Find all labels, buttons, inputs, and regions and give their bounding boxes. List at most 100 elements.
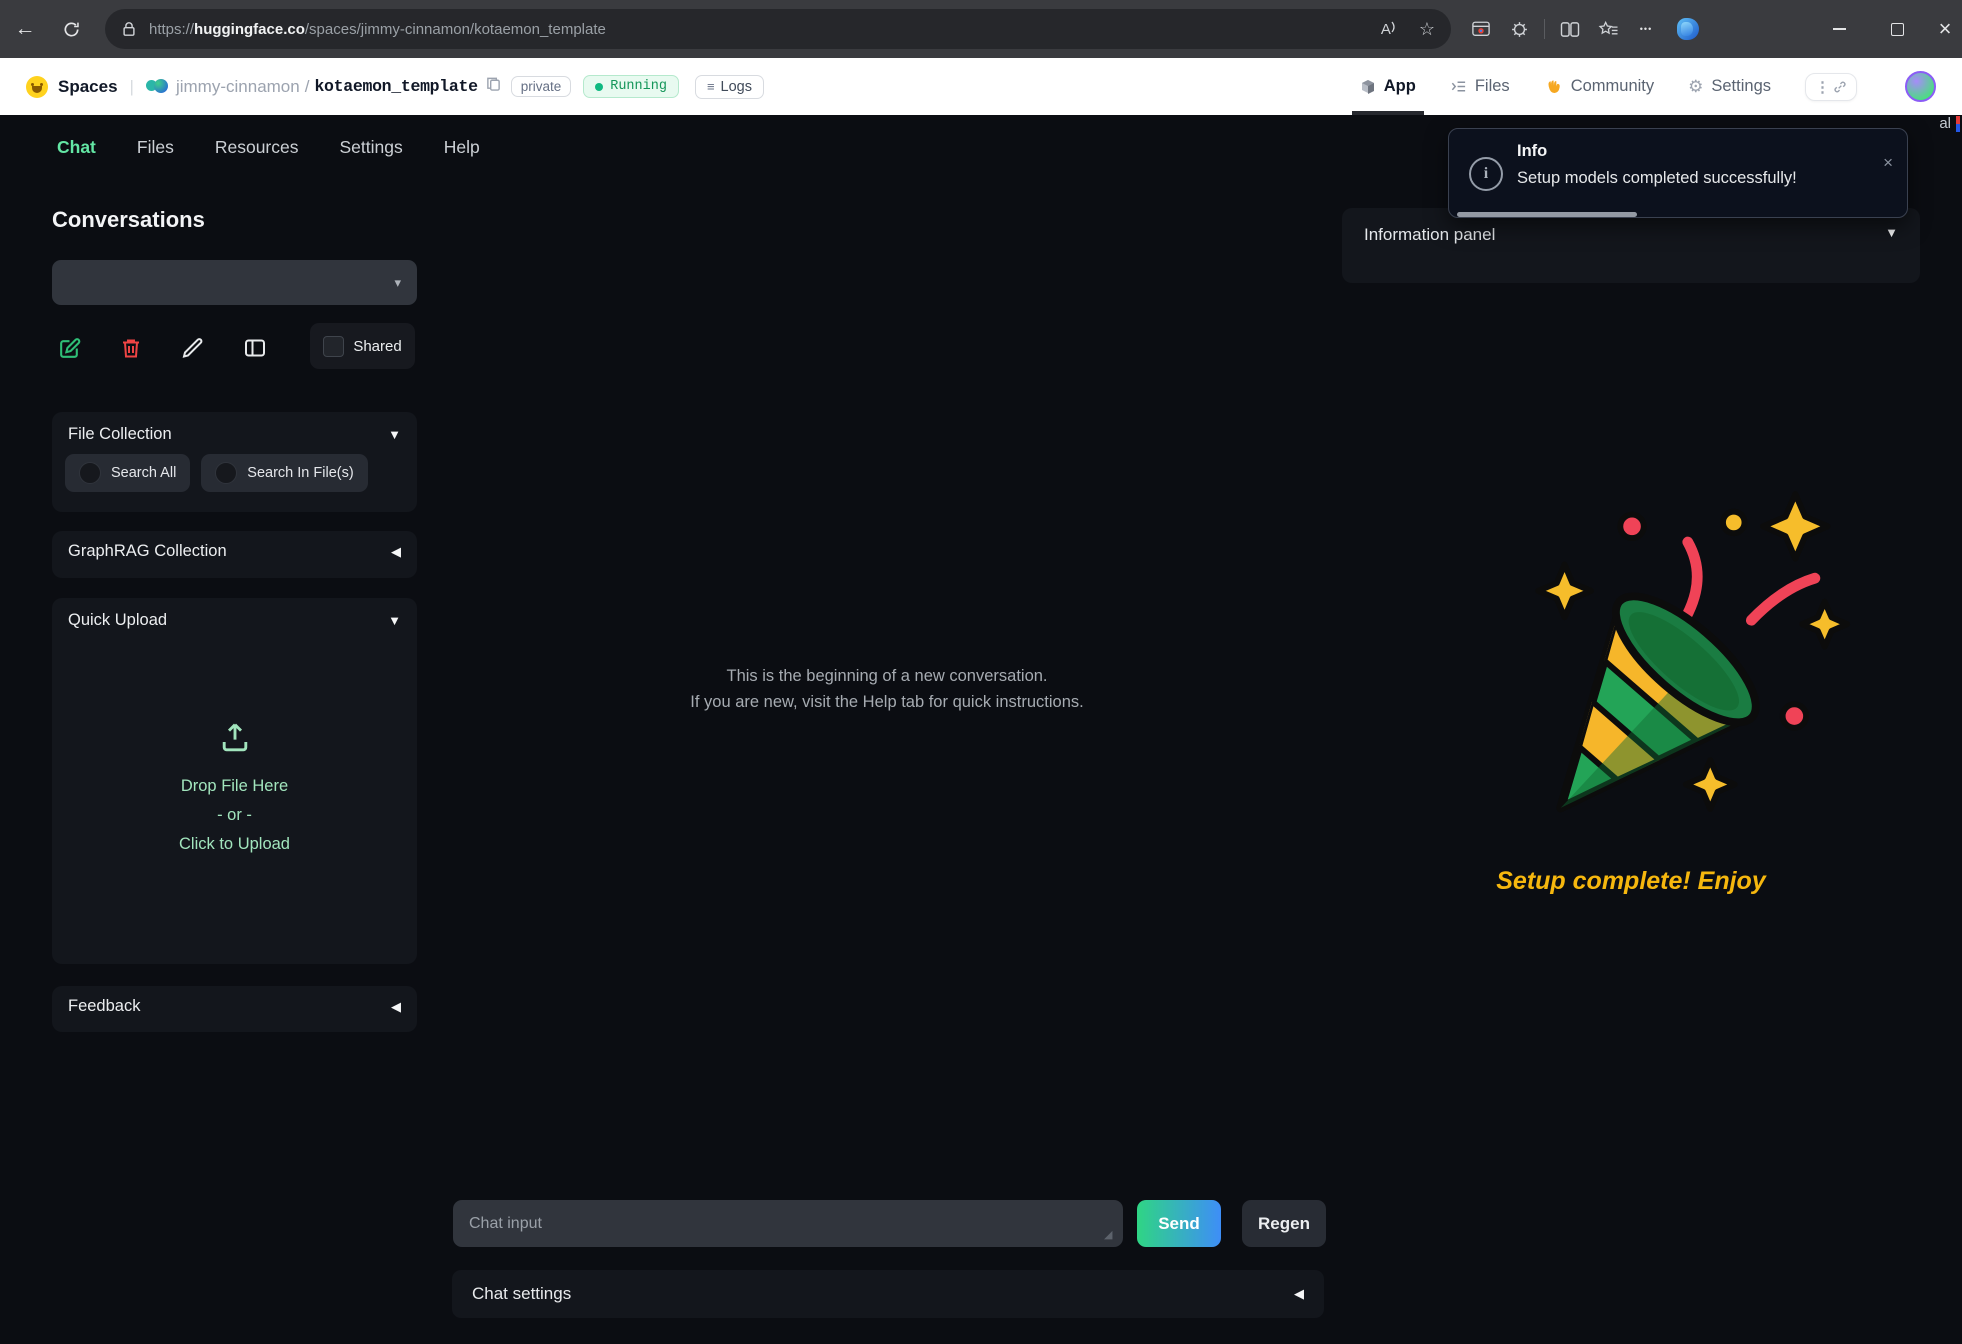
app-tab-bar: Chat Files Resources Settings Help	[57, 137, 480, 158]
space-avatar-icon	[146, 78, 168, 96]
browser-toolbar: ← https://huggingface.co/spaces/jimmy-ci…	[0, 0, 1962, 58]
spaces-brand[interactable]: Spaces	[58, 77, 118, 97]
feedback-title: Feedback	[68, 997, 140, 1016]
tab-chat[interactable]: Chat	[57, 137, 96, 158]
screen: ← https://huggingface.co/spaces/jimmy-ci…	[0, 0, 1962, 1344]
drop-file-text: Drop File Here	[52, 772, 417, 801]
conversations-title: Conversations	[52, 207, 205, 233]
logs-button[interactable]: ≡Logs	[695, 75, 764, 99]
read-aloud-icon[interactable]: A	[1381, 21, 1397, 38]
header-divider: |	[130, 77, 134, 97]
chat-settings-title: Chat settings	[472, 1284, 571, 1304]
toast-title: Info	[1517, 142, 1547, 161]
link-icon	[1833, 80, 1847, 94]
information-panel[interactable]: Information panel ▼	[1342, 208, 1920, 283]
shared-checkbox[interactable]	[323, 336, 344, 357]
chat-input[interactable]	[453, 1200, 1123, 1247]
toggle-panel-icon[interactable]	[242, 335, 268, 361]
more-options-button[interactable]: ⋮	[1805, 73, 1857, 101]
hf-tab-settings[interactable]: ⚙ Settings	[1688, 58, 1771, 115]
toast-close-icon[interactable]: ×	[1883, 153, 1893, 173]
collapsed-caret-icon[interactable]: ◀	[391, 544, 401, 560]
select-caret-icon: ▾	[394, 275, 401, 291]
hf-spaces-header: Spaces | jimmy-cinnamon / kotaemon_templ…	[0, 58, 1962, 115]
kotaemon-app: Chat Files Resources Settings Help al Co…	[0, 115, 1962, 1344]
setup-complete-text: Setup complete! Enjoy	[1342, 867, 1920, 896]
logs-icon: ≡	[707, 79, 715, 94]
tab-resources[interactable]: Resources	[215, 137, 299, 158]
collapse-caret-icon[interactable]: ▼	[1885, 225, 1898, 266]
or-text: - or -	[52, 801, 417, 830]
graphrag-panel[interactable]: GraphRAG Collection ◀	[52, 531, 417, 578]
info-toast: i Info Setup models completed successful…	[1448, 128, 1908, 218]
toast-message: Setup models completed successfully!	[1517, 169, 1797, 188]
url-text: https://huggingface.co/spaces/jimmy-cinn…	[149, 21, 606, 38]
private-badge: private	[511, 76, 572, 97]
clipped-corner-fragment: al	[1939, 115, 1960, 132]
settings-menu-icon[interactable]: •••	[1627, 10, 1665, 48]
copilot-icon[interactable]	[1669, 10, 1707, 48]
collapse-caret-icon[interactable]: ▼	[388, 427, 401, 442]
quick-upload-panel: Quick Upload ▼ Drop File Here - or - Cli…	[52, 598, 417, 964]
empty-conversation-message: This is the beginning of a new conversat…	[452, 663, 1322, 715]
conversation-actions	[56, 325, 268, 371]
running-dot-icon	[595, 83, 603, 91]
tab-help[interactable]: Help	[444, 137, 480, 158]
radio-icon	[79, 462, 101, 484]
refresh-icon[interactable]	[52, 10, 90, 48]
favorite-star-icon[interactable]: ☆	[1419, 19, 1435, 40]
info-icon: i	[1469, 157, 1503, 191]
repo-link[interactable]: kotaemon_template	[314, 77, 477, 96]
close-button[interactable]: ×	[1922, 0, 1962, 58]
cube-icon	[1360, 79, 1376, 95]
graphrag-title: GraphRAG Collection	[68, 542, 227, 561]
send-button[interactable]: Send	[1137, 1200, 1221, 1247]
owner-link[interactable]: jimmy-cinnamon	[176, 77, 300, 97]
conversation-select[interactable]: ▾	[52, 260, 417, 305]
search-in-files-option[interactable]: Search In File(s)	[201, 454, 367, 492]
hf-tab-app[interactable]: App	[1360, 58, 1416, 115]
tab-files[interactable]: Files	[137, 137, 174, 158]
hf-tab-community[interactable]: Community	[1544, 58, 1654, 115]
delete-conversation-icon[interactable]	[118, 335, 144, 361]
maximize-button[interactable]	[1874, 0, 1920, 58]
party-popper-illustration	[1502, 483, 1854, 821]
running-badge[interactable]: Running	[583, 75, 679, 98]
regen-button[interactable]: Regen	[1242, 1200, 1326, 1247]
extensions-icon[interactable]	[1500, 10, 1538, 48]
search-all-option[interactable]: Search All	[65, 454, 190, 492]
hf-tab-files[interactable]: Files	[1450, 58, 1510, 115]
upload-icon	[217, 718, 253, 754]
lock-icon	[121, 20, 137, 38]
information-panel-title: Information panel	[1364, 225, 1495, 266]
file-collection-title: File Collection	[68, 425, 172, 444]
toast-progress-bar	[1457, 212, 1637, 217]
file-collection-panel: File Collection ▼ Search All Search In F…	[52, 412, 417, 512]
tab-settings[interactable]: Settings	[340, 137, 403, 158]
files-tree-icon	[1450, 78, 1467, 95]
rename-conversation-icon[interactable]	[180, 335, 206, 361]
copy-icon[interactable]	[486, 76, 501, 97]
user-avatar[interactable]	[1905, 71, 1936, 102]
shared-toggle[interactable]: Shared	[310, 323, 415, 369]
huggingface-logo-icon	[26, 76, 48, 98]
quick-upload-title: Quick Upload	[68, 611, 167, 630]
toolbar-divider	[1544, 19, 1545, 39]
back-icon[interactable]: ←	[6, 10, 44, 48]
favorites-bar-icon[interactable]	[1589, 10, 1627, 48]
collapse-caret-icon[interactable]: ▼	[388, 613, 401, 628]
feedback-panel[interactable]: Feedback ◀	[52, 986, 417, 1032]
address-bar[interactable]: https://huggingface.co/spaces/jimmy-cinn…	[105, 9, 1451, 49]
click-to-upload-link[interactable]: Click to Upload	[52, 830, 417, 859]
chat-settings-accordion[interactable]: Chat settings ◀	[452, 1270, 1324, 1318]
split-screen-icon[interactable]	[1551, 10, 1589, 48]
path-separator: /	[305, 77, 310, 97]
collapsed-caret-icon: ◀	[1294, 1286, 1304, 1302]
radio-icon	[215, 462, 237, 484]
collapsed-caret-icon[interactable]: ◀	[391, 999, 401, 1015]
browser-essentials-icon[interactable]	[1462, 10, 1500, 48]
community-hand-icon	[1544, 77, 1563, 96]
minimize-button[interactable]	[1816, 0, 1862, 58]
upload-dropzone[interactable]: Drop File Here - or - Click to Upload	[52, 718, 417, 859]
new-conversation-icon[interactable]	[56, 335, 82, 361]
